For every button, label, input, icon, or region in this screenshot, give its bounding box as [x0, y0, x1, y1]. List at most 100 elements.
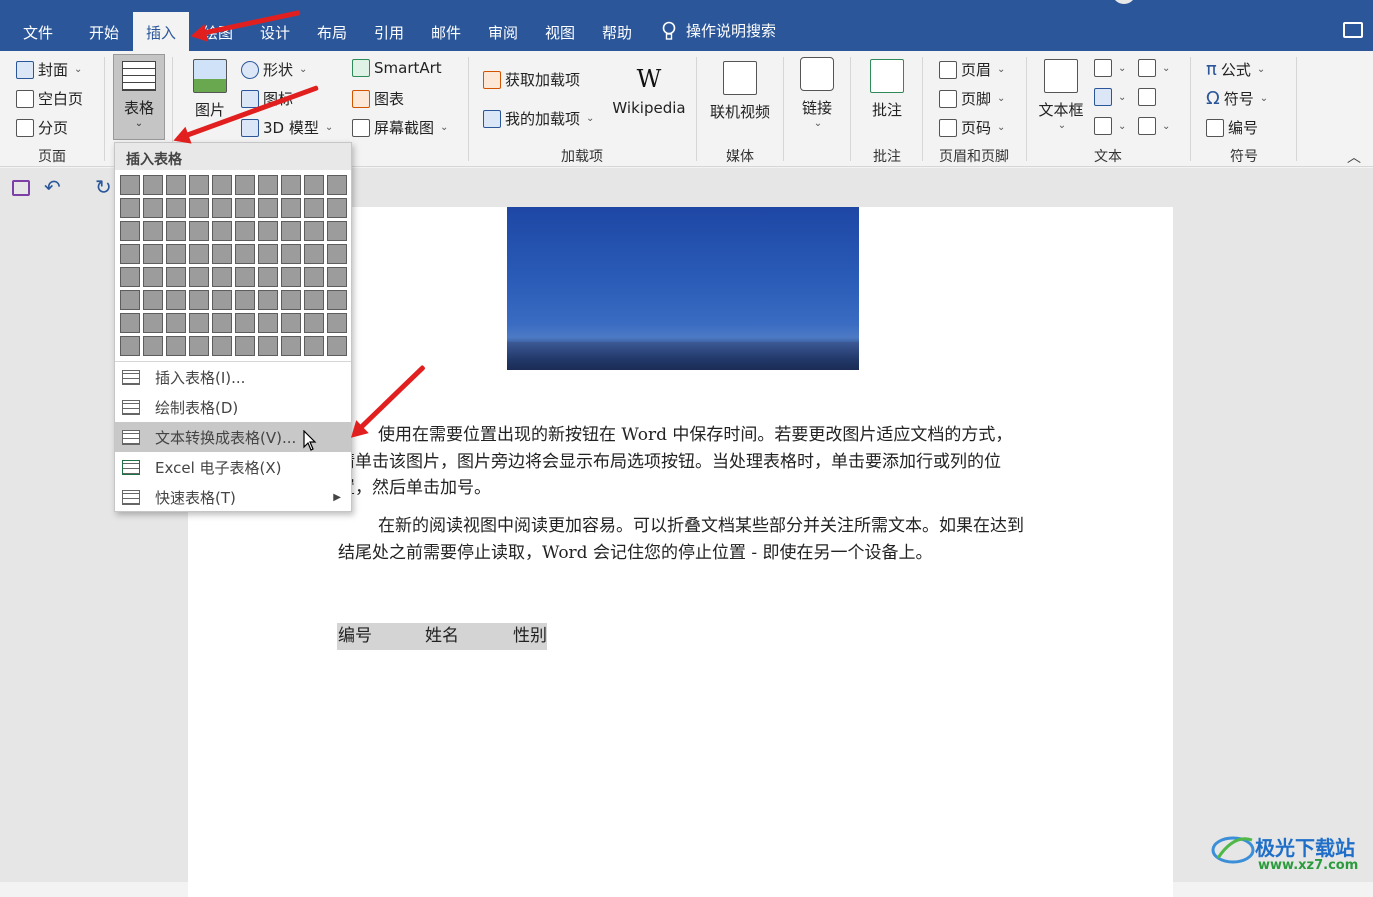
table-grid-cell[interactable]	[143, 336, 163, 356]
drop-cap-button[interactable]: ⌄	[1094, 117, 1126, 135]
table-grid-cell[interactable]	[235, 198, 255, 218]
table-grid-cell[interactable]	[120, 175, 140, 195]
tab-references[interactable]: 引用	[363, 12, 415, 51]
table-grid-cell[interactable]	[258, 221, 278, 241]
table-grid-cell[interactable]	[281, 313, 301, 333]
table-grid-cell[interactable]	[281, 290, 301, 310]
table-grid-cell[interactable]	[189, 175, 209, 195]
link-button[interactable]: 链接 ⌄	[794, 57, 840, 129]
table-grid-cell[interactable]	[235, 267, 255, 287]
table-grid-cell[interactable]	[120, 198, 140, 218]
table-grid-cell[interactable]	[304, 221, 324, 241]
table-grid-cell[interactable]	[281, 198, 301, 218]
table-grid-cell[interactable]	[212, 336, 232, 356]
table-grid-cell[interactable]	[327, 175, 347, 195]
symbol-button[interactable]: Ω 符号 ⌄	[1206, 88, 1268, 109]
menu-quick-tables[interactable]: 快速表格(T) ▶	[115, 482, 351, 512]
table-grid-cell[interactable]	[120, 336, 140, 356]
tab-file[interactable]: 文件	[12, 12, 64, 51]
table-grid-cell[interactable]	[143, 290, 163, 310]
tab-review[interactable]: 审阅	[477, 12, 529, 51]
selected-table-text[interactable]: 编号 姓名 性别	[337, 623, 547, 650]
document-image[interactable]	[507, 207, 859, 370]
page-number-button[interactable]: 页码 ⌄	[939, 117, 1005, 138]
table-grid-cell[interactable]	[189, 313, 209, 333]
table-grid-cell[interactable]	[327, 290, 347, 310]
table-grid-cell[interactable]	[258, 267, 278, 287]
table-button[interactable]: 表格 ⌄	[113, 54, 165, 140]
footer-button[interactable]: 页脚 ⌄	[939, 88, 1005, 109]
table-grid-cell[interactable]	[166, 336, 186, 356]
signature-line-button[interactable]: ⌄	[1138, 59, 1170, 77]
get-addins-button[interactable]: 获取加载项	[483, 69, 580, 90]
table-grid-cell[interactable]	[166, 313, 186, 333]
table-grid-cell[interactable]	[212, 175, 232, 195]
table-grid-cell[interactable]	[143, 244, 163, 264]
table-grid-cell[interactable]	[304, 175, 324, 195]
table-grid-cell[interactable]	[212, 198, 232, 218]
table-grid-cell[interactable]	[212, 290, 232, 310]
date-time-button[interactable]	[1138, 88, 1156, 106]
table-grid-cell[interactable]	[281, 221, 301, 241]
table-grid-cell[interactable]	[120, 244, 140, 264]
tab-layout[interactable]: 布局	[306, 12, 358, 51]
table-grid-cell[interactable]	[258, 198, 278, 218]
table-grid-cell[interactable]	[235, 336, 255, 356]
my-addins-button[interactable]: 我的加载项 ⌄	[483, 108, 594, 129]
table-grid-cell[interactable]	[281, 267, 301, 287]
textbox-button[interactable]: 文本框 ⌄	[1036, 59, 1086, 131]
table-grid-cell[interactable]	[235, 221, 255, 241]
table-grid-cell[interactable]	[304, 336, 324, 356]
numbering-button[interactable]: 编号	[1206, 117, 1258, 138]
table-grid-cell[interactable]	[143, 267, 163, 287]
cover-page-button[interactable]: 封面 ⌄	[16, 59, 82, 80]
collapse-ribbon-icon[interactable]: ︿	[1347, 147, 1361, 167]
screenshot-button[interactable]: 屏幕截图 ⌄	[352, 117, 448, 138]
table-grid-cell[interactable]	[189, 244, 209, 264]
table-grid-cell[interactable]	[143, 198, 163, 218]
table-grid-cell[interactable]	[304, 313, 324, 333]
3d-model-button[interactable]: 3D 模型 ⌄	[241, 117, 333, 138]
table-grid-cell[interactable]	[189, 198, 209, 218]
tell-me-search[interactable]: 操作说明搜索	[662, 20, 776, 41]
table-grid-cell[interactable]	[143, 221, 163, 241]
equation-button[interactable]: π 公式 ⌄	[1206, 59, 1265, 80]
table-grid-cell[interactable]	[235, 175, 255, 195]
table-grid-cell[interactable]	[327, 313, 347, 333]
table-grid-cell[interactable]	[258, 290, 278, 310]
wordart-button[interactable]: ⌄	[1094, 88, 1126, 106]
table-grid-cell[interactable]	[212, 313, 232, 333]
table-grid-cell[interactable]	[166, 175, 186, 195]
table-grid-cell[interactable]	[281, 244, 301, 264]
table-grid-cell[interactable]	[212, 221, 232, 241]
table-grid-cell[interactable]	[189, 290, 209, 310]
table-grid-cell[interactable]	[143, 313, 163, 333]
table-grid-cell[interactable]	[166, 267, 186, 287]
page-break-button[interactable]: 分页	[16, 117, 68, 138]
object-button[interactable]: ⌄	[1138, 117, 1170, 135]
table-grid-cell[interactable]	[212, 267, 232, 287]
table-grid-cell[interactable]	[120, 313, 140, 333]
tab-mailings[interactable]: 邮件	[420, 12, 472, 51]
paragraph-2[interactable]: 在新的阅读视图中阅读更加容易。可以折叠文档某些部分并关注所需文本。如果在达到结尾…	[338, 513, 1028, 566]
tab-help[interactable]: 帮助	[591, 12, 643, 51]
table-grid-cell[interactable]	[304, 244, 324, 264]
table-grid-cell[interactable]	[327, 336, 347, 356]
table-grid-cell[interactable]	[327, 267, 347, 287]
comments-icon[interactable]	[1343, 22, 1363, 38]
blank-page-button[interactable]: 空白页	[16, 88, 83, 109]
table-grid-cell[interactable]	[189, 336, 209, 356]
table-grid-cell[interactable]	[166, 198, 186, 218]
table-grid-cell[interactable]	[258, 336, 278, 356]
table-grid-cell[interactable]	[327, 221, 347, 241]
shapes-button[interactable]: 形状 ⌄	[241, 59, 307, 80]
table-grid-cell[interactable]	[304, 290, 324, 310]
table-grid-cell[interactable]	[304, 198, 324, 218]
table-grid-cell[interactable]	[166, 221, 186, 241]
account-avatar[interactable]	[1112, 0, 1136, 4]
table-grid-cell[interactable]	[120, 221, 140, 241]
table-grid-cell[interactable]	[258, 244, 278, 264]
tab-home[interactable]: 开始	[78, 12, 130, 51]
table-grid-cell[interactable]	[166, 244, 186, 264]
table-grid-cell[interactable]	[327, 244, 347, 264]
